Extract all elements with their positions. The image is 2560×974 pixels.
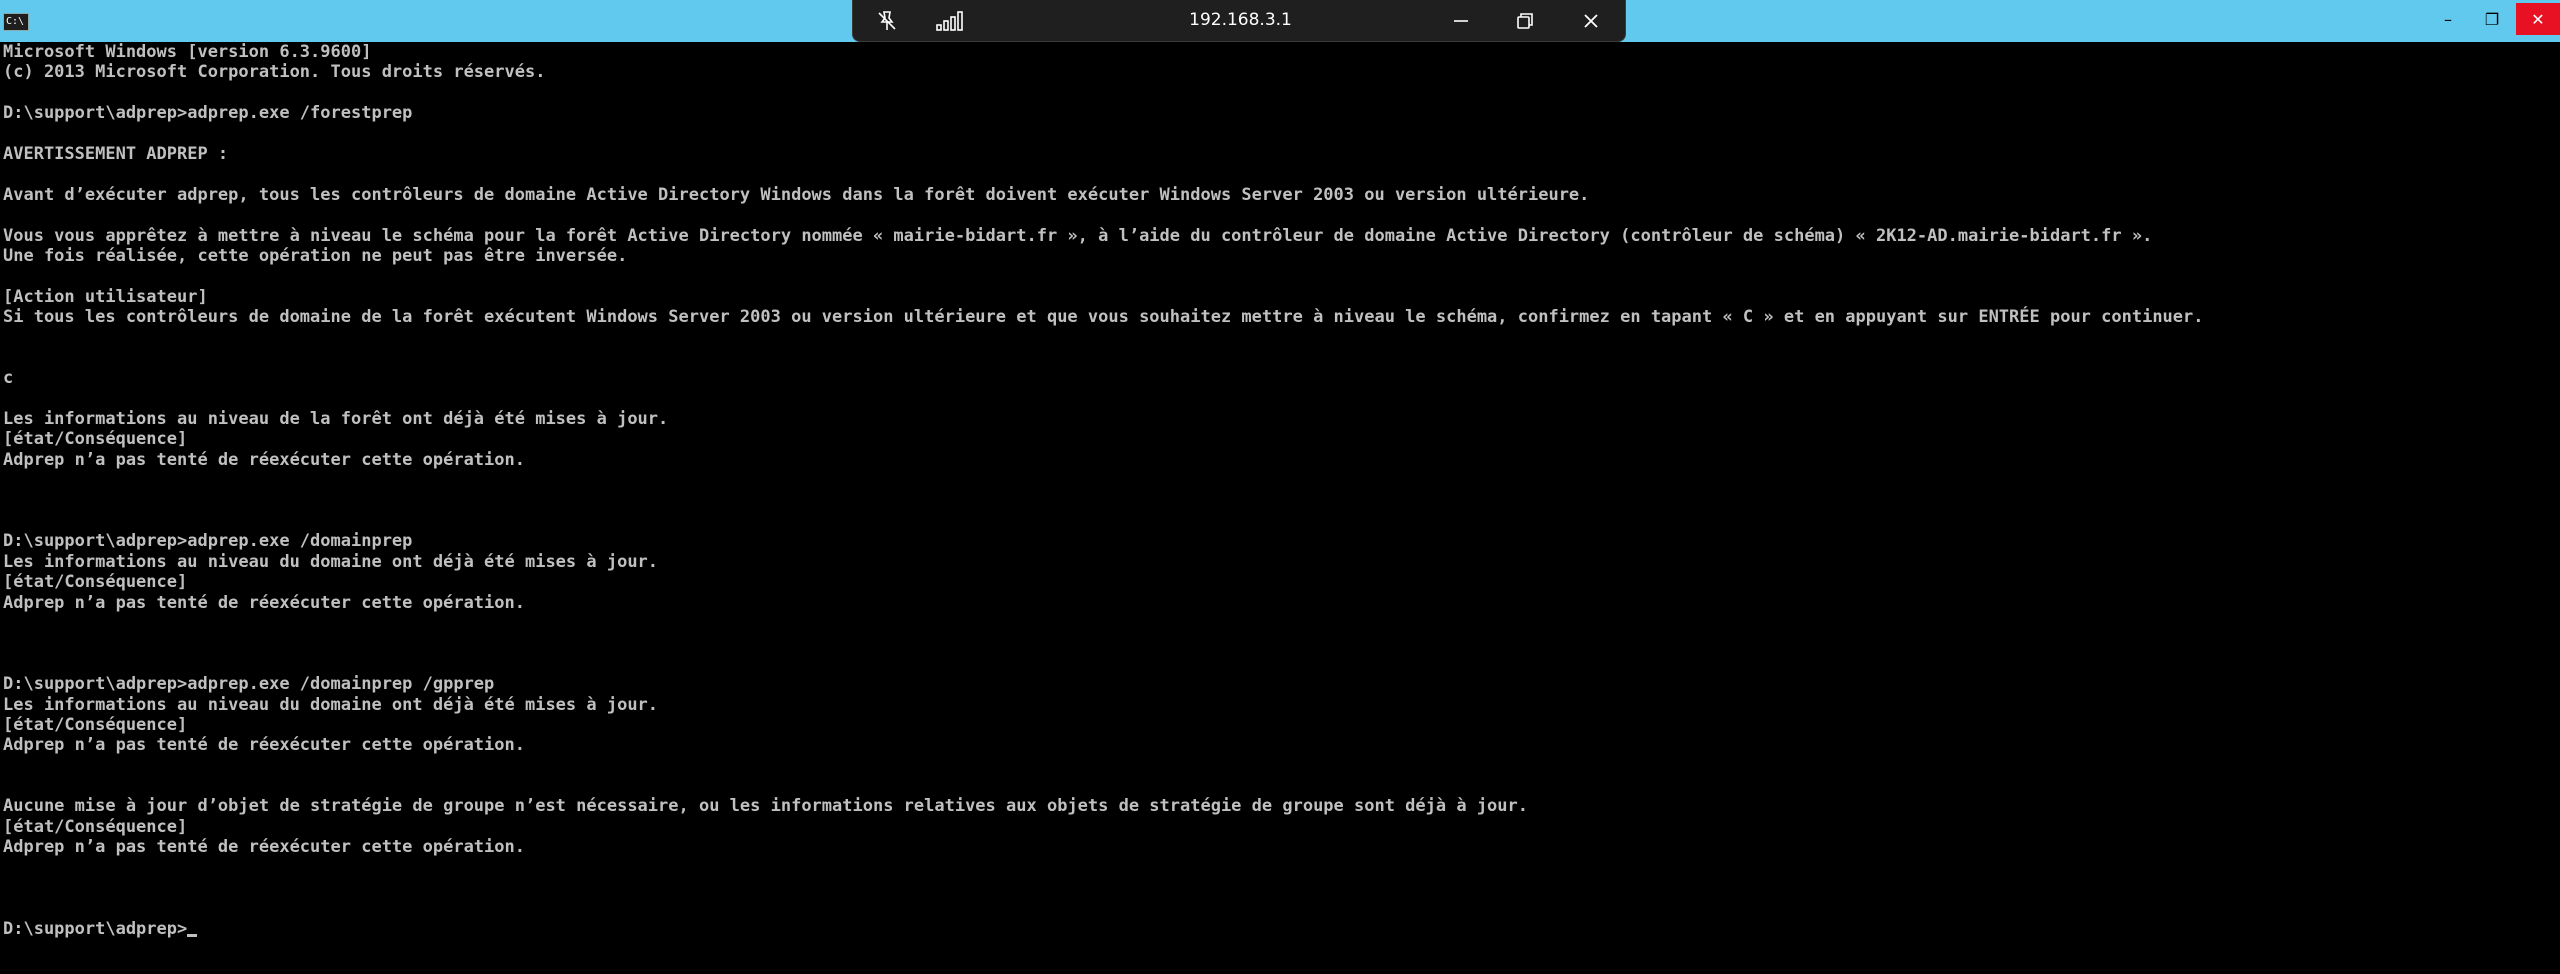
console-line: [état/Conséquence] (3, 429, 188, 450)
console-line: D:\support\adprep> (3, 919, 2558, 939)
console-line: Adprep n’a pas tenté de réexécuter cette… (3, 449, 525, 470)
close-button[interactable]: ✕ (2516, 3, 2560, 35)
console-line: [état/Conséquence] (3, 572, 188, 593)
console-line: [Action utilisateur] (3, 286, 208, 307)
console-line: Microsoft Windows [version 6.3.9600] (3, 42, 372, 62)
rdp-minimize-button[interactable] (1441, 6, 1481, 36)
console-line: D:\support\adprep>adprep.exe /forestprep (3, 103, 413, 124)
console-line: Si tous les contrôleurs de domaine de la… (3, 307, 2204, 328)
console-line: Vous vous apprêtez à mettre à niveau le … (3, 225, 2153, 246)
connection-quality-icon[interactable] (931, 6, 971, 36)
restore-button[interactable]: ❐ (2472, 3, 2512, 35)
console-line: Les informations au niveau de la forêt o… (3, 409, 669, 430)
console-line: [état/Conséquence] (3, 714, 188, 735)
console-line: Avant d’exécuter adprep, tous les contrô… (3, 184, 1590, 205)
console-line: Les informations au niveau du domaine on… (3, 694, 659, 715)
console-line: (c) 2013 Microsoft Corporation. Tous dro… (3, 62, 546, 83)
console-line: Adprep n’a pas tenté de réexécuter cette… (3, 592, 525, 613)
console-line: D:\support\adprep>adprep.exe /domainprep (3, 531, 413, 552)
console-line: Une fois réalisée, cette opération ne pe… (3, 245, 628, 266)
console-line: Aucune mise à jour d’objet de stratégie … (3, 796, 1528, 817)
text-cursor (187, 933, 198, 937)
console-line: AVERTISSEMENT ADPREP : (3, 143, 229, 164)
rdp-restore-button[interactable] (1505, 6, 1545, 36)
console-line: Adprep n’a pas tenté de réexécuter cette… (3, 837, 525, 858)
console-line: D:\support\adprep>adprep.exe /domainprep… (3, 674, 495, 695)
rdp-connection-bar: 192.168.3.1 (852, 0, 1626, 42)
console-line: c (3, 368, 14, 389)
cmd-app-icon[interactable]: C:\ (3, 13, 29, 31)
console-line: [état/Conséquence] (3, 816, 188, 837)
console-output[interactable]: Microsoft Windows [version 6.3.9600] (c) … (3, 42, 2558, 972)
unpin-icon[interactable] (867, 6, 907, 36)
console-line: Les informations au niveau du domaine on… (3, 551, 659, 572)
rdp-close-button[interactable] (1571, 6, 1611, 36)
minimize-button[interactable]: – (2428, 3, 2468, 35)
rdp-host-title: 192.168.3.1 (1189, 10, 1292, 30)
console-line: Adprep n’a pas tenté de réexécuter cette… (3, 735, 525, 756)
